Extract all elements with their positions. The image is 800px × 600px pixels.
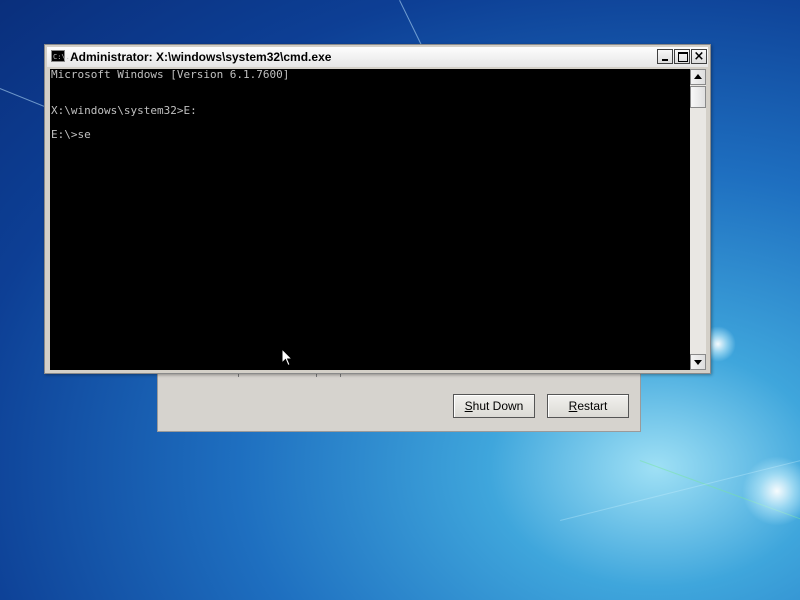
close-button[interactable]: × [691, 49, 707, 64]
console-line: X:\windows\system32>E: [51, 104, 197, 117]
scroll-thumb[interactable] [690, 86, 706, 108]
restart-button[interactable]: Restart [547, 394, 629, 418]
shut-down-button[interactable]: Shut Down [453, 394, 535, 418]
system-recovery-dialog: Shut Down Restart [157, 370, 641, 432]
vertical-scrollbar[interactable] [690, 69, 706, 370]
scroll-up-icon[interactable] [690, 69, 706, 85]
light-flare [742, 456, 800, 526]
close-icon: × [693, 49, 705, 64]
mouse-pointer-icon [281, 348, 293, 367]
maximize-button[interactable] [674, 49, 690, 64]
console-prompt-line[interactable]: E:\>se [51, 129, 91, 141]
cmd-title-bar[interactable]: C:\. Administrator: X:\windows\system32\… [47, 47, 708, 67]
cmd-app-icon[interactable]: C:\. [51, 50, 70, 62]
scroll-down-icon[interactable] [690, 354, 706, 370]
window-title: Administrator: X:\windows\system32\cmd.e… [70, 50, 332, 64]
cmd-window[interactable]: C:\. Administrator: X:\windows\system32\… [44, 44, 711, 374]
minimize-button[interactable] [657, 49, 673, 64]
console-output[interactable]: Microsoft Windows [Version 6.1.7600] X:\… [50, 69, 690, 370]
console-line: Microsoft Windows [Version 6.1.7600] [51, 68, 290, 81]
